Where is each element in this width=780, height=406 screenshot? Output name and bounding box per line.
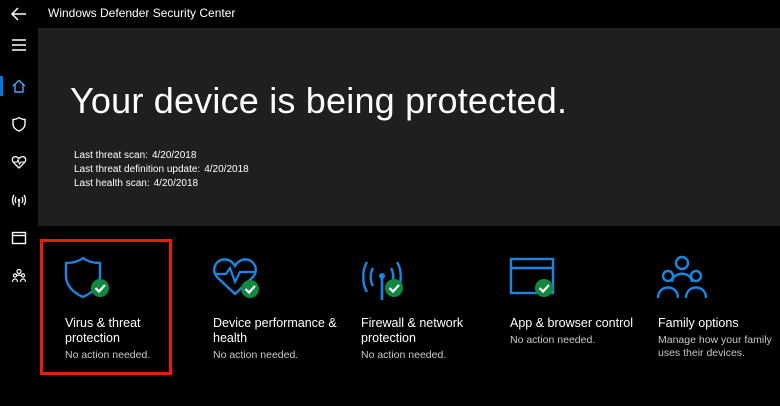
browser-window-check-icon — [508, 254, 560, 307]
scan-value: 4/20/2018 — [204, 164, 249, 175]
wireless-icon — [11, 194, 27, 207]
heart-pulse-icon — [11, 155, 27, 169]
browser-window-icon — [11, 231, 27, 245]
tile-title: Device performance & health — [213, 316, 337, 345]
wireless-tower-check-icon — [359, 254, 411, 307]
last-health-scan: Last health scan: 4/20/2018 — [74, 178, 198, 189]
tile-device-performance-health[interactable]: Device performance & health No action ne… — [188, 240, 337, 375]
sidebar-item-virus-protection[interactable] — [0, 108, 38, 140]
scan-value: 4/20/2018 — [151, 150, 197, 161]
family-icon — [11, 268, 27, 283]
shield-icon — [12, 116, 26, 132]
heart-pulse-check-icon — [211, 254, 267, 307]
sidebar-item-app-browser[interactable] — [0, 222, 38, 254]
tile-subtitle: No action needed. — [213, 349, 299, 361]
highlight-box — [40, 239, 172, 375]
scan-label: Last threat scan: — [74, 150, 148, 161]
window-title: Windows Defender Security Center — [48, 6, 236, 20]
tile-firewall-network-protection[interactable]: Firewall & network protection No action … — [336, 240, 484, 375]
tile-subtitle: No action needed. — [361, 349, 447, 361]
tile-title: Family options — [658, 316, 739, 330]
last-threat-scan: Last threat scan: 4/20/2018 — [74, 150, 196, 161]
tile-subtitle: Manage how your family uses their device… — [658, 334, 772, 359]
sidebar-item-home[interactable] — [0, 70, 38, 102]
scan-label: Last threat definition update: — [74, 164, 201, 175]
sidebar-item-device-health[interactable] — [0, 146, 38, 178]
status-banner: Your device is being protected. Last thr… — [38, 28, 780, 226]
tile-title: App & browser control — [510, 316, 633, 330]
tile-title: Firewall & network protection — [361, 316, 464, 345]
protection-status-heading: Your device is being protected. — [70, 80, 568, 121]
sidebar-item-family[interactable] — [0, 260, 38, 292]
sidebar — [0, 28, 38, 406]
last-definition-update: Last threat definition update: 4/20/2018 — [74, 164, 249, 175]
home-icon — [12, 79, 26, 93]
scan-value: 4/20/2018 — [153, 178, 199, 189]
tile-subtitle: No action needed. — [510, 334, 596, 346]
back-button[interactable] — [8, 4, 30, 24]
scan-label: Last health scan: — [74, 178, 150, 189]
sidebar-item-firewall[interactable] — [0, 184, 38, 216]
title-bar: Windows Defender Security Center — [0, 0, 780, 28]
tile-app-browser-control[interactable]: App & browser control No action needed. — [485, 240, 633, 375]
tile-family-options[interactable]: Family options Manage how your family us… — [633, 240, 780, 375]
family-icon — [656, 254, 708, 307]
menu-button[interactable] — [0, 29, 38, 61]
back-arrow-icon — [10, 7, 26, 21]
hamburger-menu-icon — [12, 39, 26, 51]
